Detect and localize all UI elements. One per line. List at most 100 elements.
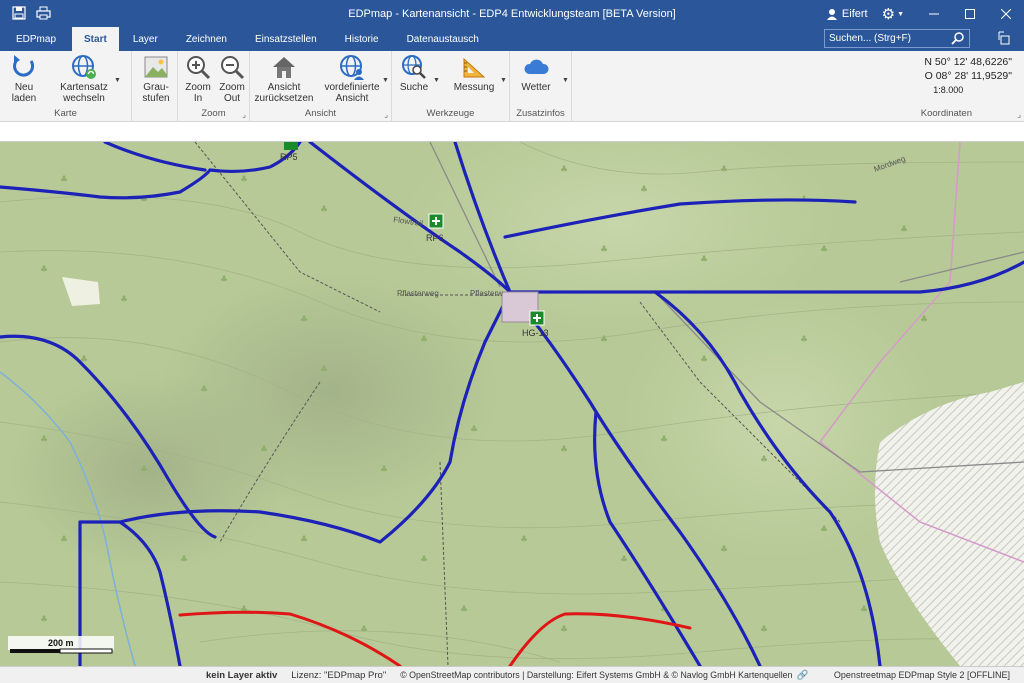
globe-sync-icon [72, 55, 96, 79]
svg-text:♣: ♣ [470, 425, 478, 435]
group-label-ansicht: Ansicht [304, 108, 337, 119]
zoom-in-label-1: Zoom [185, 82, 211, 93]
svg-text:♣: ♣ [600, 335, 608, 345]
tab-start[interactable]: Start [72, 27, 119, 51]
status-license: Lizenz: "EDPmap Pro" [291, 669, 387, 681]
svg-text:♣: ♣ [380, 465, 388, 475]
svg-text:♣: ♣ [920, 315, 928, 325]
reload-button[interactable]: Neu laden [6, 53, 42, 104]
ansicht-launcher-icon[interactable]: ⌟ [384, 110, 388, 119]
mapset-dropdown-icon[interactable]: ▼ [114, 77, 121, 84]
group-werkzeuge: Suche ▼ Messung ▼ Werkzeuge [392, 51, 510, 122]
svg-text:♣: ♣ [260, 445, 268, 455]
svg-text:♣: ♣ [40, 265, 48, 275]
reload-label-1: Neu [14, 82, 34, 93]
svg-text:♣: ♣ [460, 605, 468, 615]
search-icon[interactable] [951, 31, 965, 45]
reset-view-button[interactable]: Ansicht zurücksetzen [252, 53, 316, 104]
weather-button[interactable]: Wetter [516, 53, 556, 93]
change-mapset-button[interactable]: Kartensatz wechseln [54, 53, 114, 104]
map-label-hg13: HG-13 [522, 328, 549, 338]
status-bar: kein Layer aktiv Lizenz: "EDPmap Pro" © … [0, 666, 1024, 683]
refresh-icon [13, 55, 35, 77]
zoom-launcher-icon[interactable]: ⌟ [242, 110, 246, 119]
collapse-ribbon-icon[interactable] [998, 31, 1010, 48]
grayscale-button[interactable]: Grau- stufen [138, 53, 174, 104]
measure-dropdown-icon[interactable]: ▼ [500, 77, 507, 84]
svg-text:♣: ♣ [800, 335, 808, 345]
svg-text:♣: ♣ [720, 165, 728, 175]
svg-text:♣: ♣ [640, 185, 648, 195]
link-icon[interactable]: 🔗 [796, 670, 808, 681]
print-icon[interactable] [36, 6, 51, 23]
user-menu[interactable]: Eifert [826, 8, 868, 20]
svg-text:♣: ♣ [420, 335, 428, 345]
group-label-koordinaten: Koordinaten [920, 108, 972, 119]
street-label-pflasterweg: Pflasterweg [397, 289, 439, 298]
svg-text:♣: ♣ [760, 455, 768, 465]
save-icon[interactable] [12, 5, 26, 23]
zoom-in-label-2: In [193, 93, 203, 104]
tab-datenaustausch[interactable]: Datenaustausch [393, 28, 493, 51]
svg-text:♣: ♣ [300, 315, 308, 325]
svg-text:♣: ♣ [320, 365, 328, 375]
svg-text:♣: ♣ [820, 525, 828, 535]
svg-text:♣: ♣ [140, 465, 148, 475]
menu-bar: EDPmap Start Layer Zeichnen Einsatzstell… [0, 27, 1024, 51]
svg-text:♣: ♣ [520, 535, 528, 545]
svg-text:♣: ♣ [420, 555, 428, 565]
predefined-view-label-2: Ansicht [335, 93, 369, 104]
svg-text:♣: ♣ [220, 275, 228, 285]
grayscale-label-1: Grau- [143, 82, 169, 93]
svg-text:♣: ♣ [60, 535, 68, 545]
clearing-area [62, 277, 100, 306]
weather-dropdown-icon[interactable]: ▼ [562, 77, 569, 84]
map-canvas[interactable]: ♣ ♣ ♣ ♣ ♣ ♣ ♣ ♣ ♣ ♣ ♣ ♣ ♣ ♣ ♣ ♣ ♣ ♣ ♣ ♣ ♣ ♣ ♣ ♣ ♣ ♣ ♣ ♣ ♣ ♣ ♣ ♣ … [0, 142, 1024, 666]
maximize-button[interactable] [952, 0, 988, 28]
search-tool-button[interactable]: Suche [396, 53, 432, 93]
zoom-out-label-2: Out [223, 93, 241, 104]
svg-text:♣: ♣ [320, 205, 328, 215]
reload-label-2: laden [11, 93, 37, 104]
predefined-view-button[interactable]: vordefinierte Ansicht [320, 53, 384, 104]
globe-user-icon [340, 55, 364, 80]
group-zusatzinfos: Wetter ▼ Zusatzinfos [510, 51, 572, 122]
group-zoom: Zoom In Zoom Out Zoom ⌟ [178, 51, 250, 122]
search-input[interactable]: Suchen... (Strg+F) [824, 29, 970, 48]
map-label-rp5: RP5 [280, 152, 298, 162]
map-label-rp6: RP6 [426, 233, 444, 243]
svg-text:♣: ♣ [760, 625, 768, 635]
svg-text:♣: ♣ [300, 535, 308, 545]
chevron-down-icon: ▼ [897, 10, 904, 18]
svg-text:♣: ♣ [40, 435, 48, 445]
weather-label: Wetter [521, 82, 551, 93]
settings-menu[interactable]: ⚙ ▼ [882, 5, 904, 23]
globe-search-icon [402, 55, 426, 79]
tab-zeichnen[interactable]: Zeichnen [172, 28, 241, 51]
tab-historie[interactable]: Historie [331, 28, 393, 51]
predefined-view-dropdown-icon[interactable]: ▼ [382, 77, 389, 84]
rescue-point-rp6[interactable]: RP6 [426, 213, 444, 243]
title-bar: EDPmap - Kartenansicht - EDP4 Entwicklun… [0, 0, 1024, 28]
street-label-pflasterweg-2: Pflasterw [470, 289, 503, 298]
search-tool-dropdown-icon[interactable]: ▼ [433, 77, 440, 84]
minimize-button[interactable] [916, 0, 952, 28]
reset-view-label-2: zurücksetzen [254, 93, 314, 104]
svg-text:♣: ♣ [240, 175, 248, 185]
koordinaten-launcher-icon[interactable]: ⌟ [1017, 110, 1021, 119]
zoom-in-button[interactable]: Zoom In [182, 53, 214, 104]
group-karte: Neu laden Kartensatz wechseln ▼ Karte [0, 51, 132, 122]
tab-layer[interactable]: Layer [119, 28, 172, 51]
svg-text:♣: ♣ [720, 545, 728, 555]
svg-text:♣: ♣ [120, 295, 128, 305]
close-button[interactable] [988, 0, 1024, 28]
svg-text:♣: ♣ [700, 255, 708, 265]
zoom-out-icon [221, 56, 245, 80]
tab-einsatzstellen[interactable]: Einsatzstellen [241, 28, 331, 51]
zoom-out-button[interactable]: Zoom Out [216, 53, 248, 104]
measure-button[interactable]: Messung [450, 53, 498, 93]
svg-text:♣: ♣ [200, 385, 208, 395]
rescue-point-rp5[interactable]: RP5 [280, 142, 298, 162]
svg-text:♣: ♣ [560, 165, 568, 175]
tab-edpmap[interactable]: EDPmap [0, 28, 72, 51]
